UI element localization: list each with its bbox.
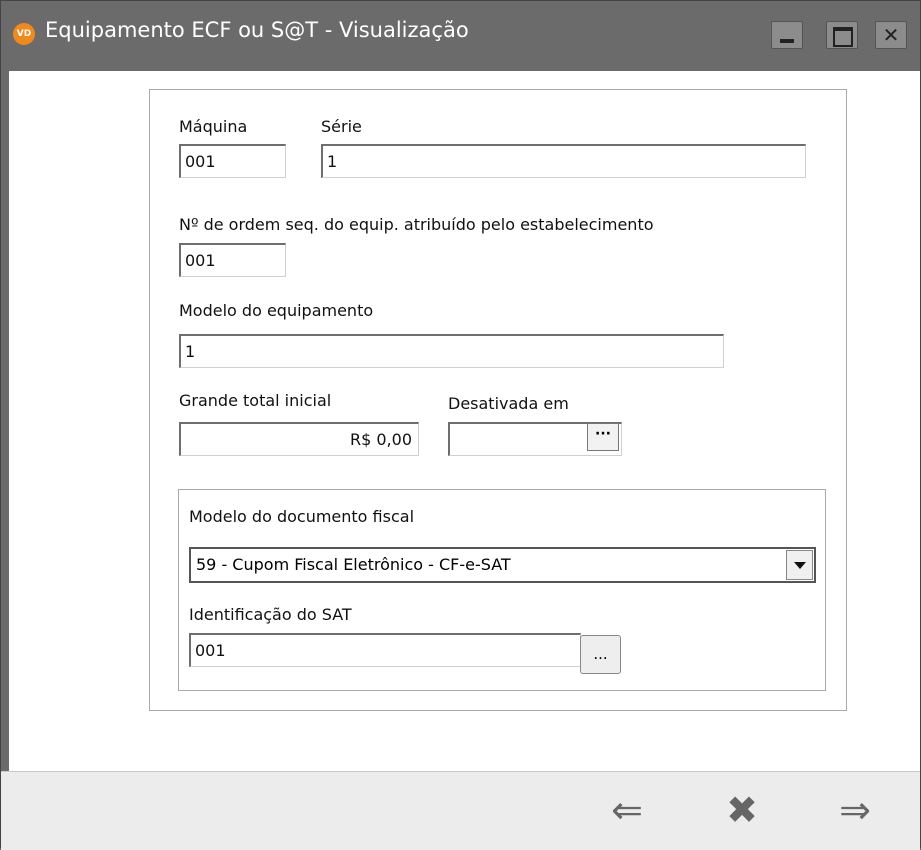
window: VD Equipamento ECF ou S@T - Visualização… — [0, 0, 921, 850]
modelo-equipamento-field[interactable]: 1 — [179, 334, 724, 368]
serie-field[interactable]: 1 — [321, 144, 806, 178]
cancel-icon[interactable]: ✖ — [714, 790, 770, 830]
modelo-documento-select[interactable]: 59 - Cupom Fiscal Eletrônico - CF-e-SAT — [189, 547, 816, 583]
lookup-icon[interactable]: ... — [580, 635, 621, 674]
dropdown-arrow-icon[interactable] — [786, 550, 813, 580]
close-icon: ✕ — [882, 23, 900, 47]
serie-label: Série — [321, 117, 362, 136]
previous-arrow-icon[interactable]: ⇐ — [599, 790, 655, 830]
left-border — [1, 71, 9, 771]
maximize-icon — [833, 27, 853, 47]
title-bar[interactable]: VD Equipamento ECF ou S@T - Visualização… — [1, 1, 920, 71]
calendar-picker-icon[interactable]: ··· — [587, 423, 619, 451]
close-button[interactable]: ✕ — [875, 21, 907, 49]
modelo-equipamento-label: Modelo do equipamento — [179, 301, 374, 320]
minimize-button[interactable] — [771, 21, 803, 49]
app-icon: VD — [13, 23, 35, 45]
sat-label: Identificação do SAT — [189, 605, 352, 624]
footer-bar: ⇐ ✖ ⇒ — [1, 771, 920, 850]
grande-total-label: Grande total inicial — [179, 391, 332, 410]
ordem-field[interactable]: 001 — [179, 243, 286, 277]
ordem-label: Nº de ordem seq. do equip. atribuído pel… — [179, 215, 654, 234]
next-arrow-icon[interactable]: ⇒ — [827, 790, 883, 830]
minimize-icon — [780, 39, 794, 43]
window-title: Equipamento ECF ou S@T - Visualização — [45, 18, 469, 42]
modelo-documento-label: Modelo do documento fiscal — [189, 507, 415, 526]
maximize-button[interactable] — [826, 21, 858, 49]
sat-field[interactable]: 001 — [189, 633, 581, 667]
desativada-label: Desativada em — [448, 394, 569, 413]
maquina-field[interactable]: 001 — [179, 144, 286, 178]
grande-total-field[interactable]: R$ 0,00 — [179, 422, 419, 456]
maquina-label: Máquina — [179, 117, 248, 136]
